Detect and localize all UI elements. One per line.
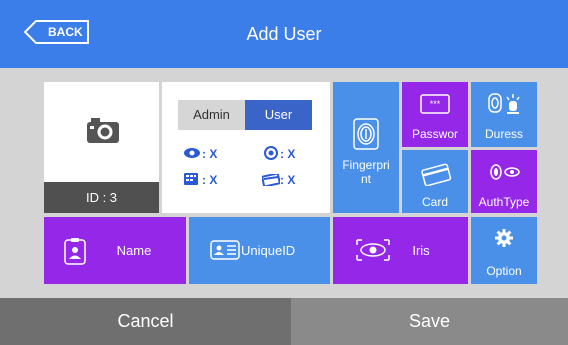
page-title: Add User [246,24,322,44]
option-label: Option [486,264,522,278]
card-label: Card [421,195,448,209]
keypad-icon [184,173,198,185]
iris-tile[interactable]: Iris [333,217,468,284]
card-tile[interactable]: Card [402,150,468,213]
duress-tile[interactable]: Duress [471,82,537,147]
password-tile[interactable]: *** Passwor [402,82,468,147]
card-small-icon [262,174,280,186]
iris-icon [356,239,390,261]
uniqueid-icon [210,240,240,260]
cancel-button[interactable]: Cancel [0,298,291,345]
authtype-tile[interactable]: AuthType [471,150,537,213]
name-icon [64,238,86,265]
user-id-label: ID : 3 [44,182,159,213]
option-tile[interactable]: Option [471,217,537,284]
header-bar: BACK Add User [0,0,568,68]
role-user-option[interactable]: User [245,100,312,130]
password-icon: *** [420,94,450,114]
perm-fingerprint-value: : X [280,147,296,161]
fingerprint-icon [353,118,379,150]
name-tile[interactable]: Name [44,217,186,284]
authtype-label: AuthType [478,195,530,209]
svg-text:***: *** [430,99,441,109]
gear-icon [495,229,513,247]
fingerprint-tile[interactable]: Fingerpri nt [333,82,399,213]
duress-icon [488,93,520,114]
uniqueid-label: UniqueID [241,243,296,258]
iris-label: Iris [412,243,430,258]
fingerprint-small-icon [264,146,278,160]
eye-icon [184,148,200,158]
card-icon [421,163,452,186]
authtype-icon [490,164,520,180]
role-admin-option[interactable]: Admin [178,100,245,130]
password-label: Passwor [411,127,458,141]
fingerprint-label: Fingerpri nt [342,158,390,186]
perm-eye-value: : X [202,147,218,161]
name-label: Name [116,243,152,258]
camera-icon [87,118,119,143]
save-button[interactable]: Save [291,298,568,345]
photo-tile[interactable]: ID : 3 [44,82,159,213]
perm-card-value: : X [280,173,296,187]
perm-keypad-value: : X [202,173,218,187]
uniqueid-tile[interactable]: UniqueID [189,217,330,284]
duress-label: Duress [484,127,523,141]
